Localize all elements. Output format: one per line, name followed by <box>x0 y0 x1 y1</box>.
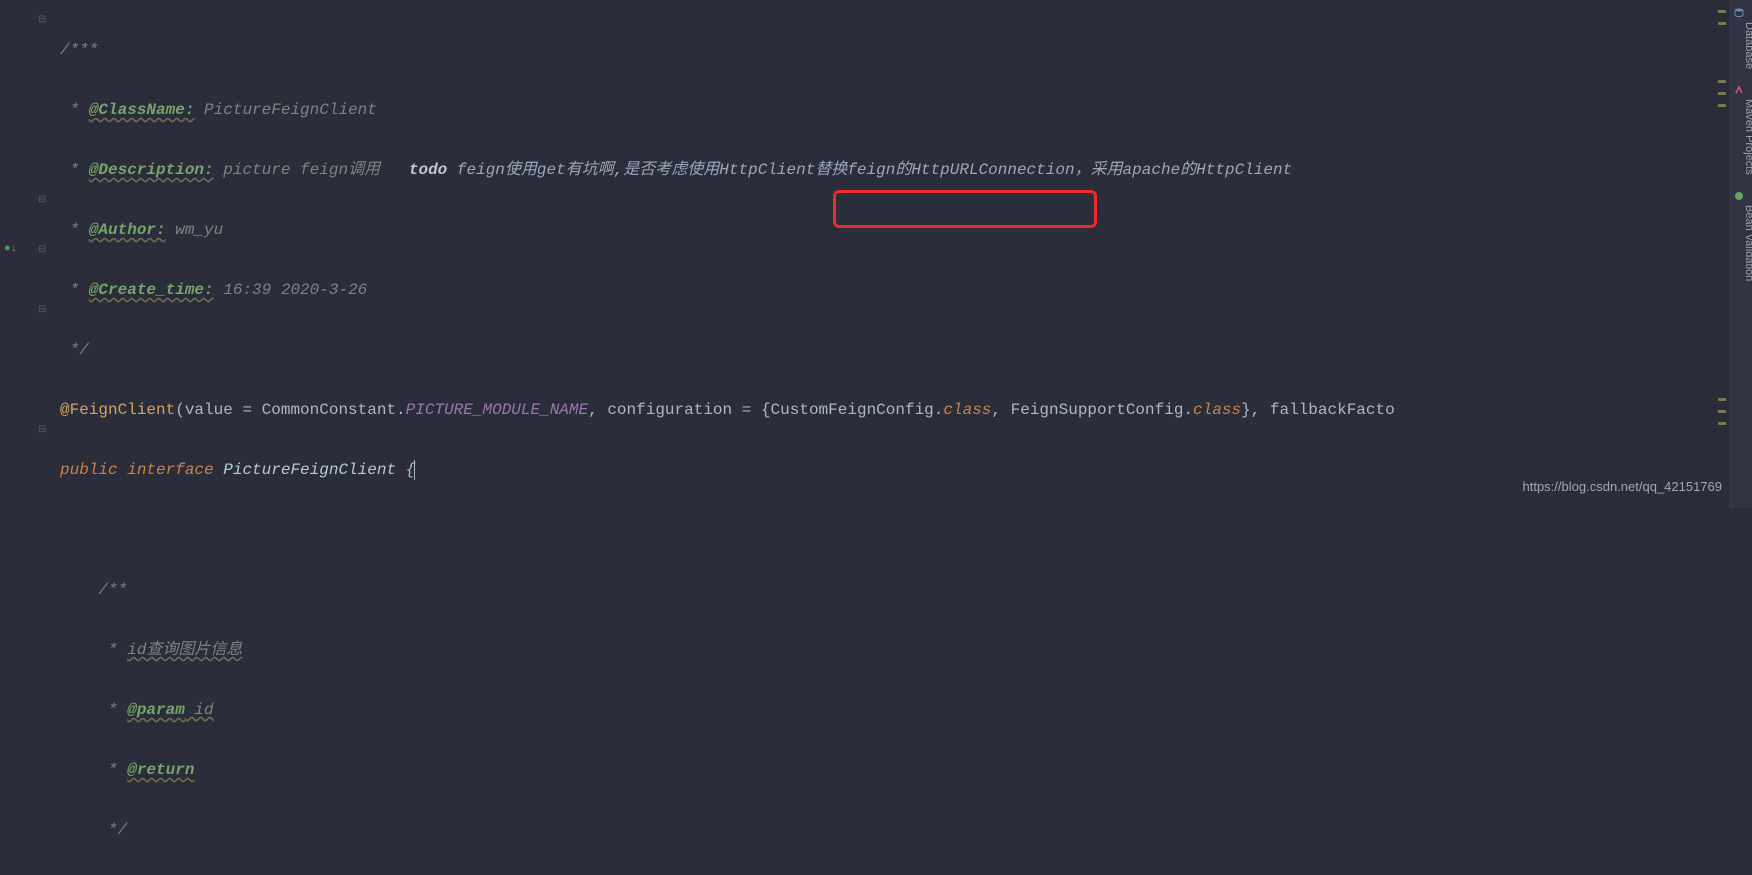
doc-tag-createtime: @Create_time: <box>89 281 214 299</box>
brace: { <box>761 401 771 419</box>
doc-star: * <box>60 161 89 179</box>
tab-label: Maven Projects <box>1734 99 1752 175</box>
annotation-feignclient: @FeignClient <box>60 401 175 419</box>
bean-icon <box>1744 191 1752 201</box>
doc-star: * <box>60 761 127 779</box>
doc-star: * <box>60 701 127 719</box>
todo-keyword: todo <box>409 161 457 179</box>
class-ref: CustomFeignConfig <box>771 401 934 419</box>
warning-mark[interactable] <box>1718 22 1726 25</box>
doc-val: wm_yu <box>166 221 224 239</box>
warning-mark[interactable] <box>1718 10 1726 13</box>
code-text: , configuration = <box>588 401 761 419</box>
fold-marker-icon[interactable]: ⊟ <box>38 296 46 326</box>
doc-param-name: id <box>185 701 214 719</box>
tab-label: Database <box>1734 22 1752 69</box>
tab-maven-projects[interactable]: Maven Projects <box>1731 77 1752 183</box>
doc-val: PictureFeignClient <box>194 101 376 119</box>
maven-icon <box>1744 85 1752 95</box>
watermark-text: https://blog.csdn.net/qq_42151769 <box>1523 472 1723 502</box>
warning-mark[interactable] <box>1718 104 1726 107</box>
fold-marker-icon[interactable]: ⊟ <box>38 416 46 446</box>
doc-text: id查询图片信息 <box>127 641 242 659</box>
warning-mark[interactable] <box>1718 410 1726 413</box>
keyword-class: class <box>943 401 991 419</box>
doc-tag-author: @Author: <box>89 221 166 239</box>
class-ref: , FeignSupportConfig <box>991 401 1183 419</box>
brace: } <box>1241 401 1251 419</box>
tab-label: Bean Validation <box>1734 205 1752 281</box>
fold-marker-icon[interactable]: ⊟ <box>38 6 46 36</box>
warning-mark[interactable] <box>1718 80 1726 83</box>
dot: . <box>1183 401 1193 419</box>
doc-star: * <box>60 101 89 119</box>
dot: . <box>934 401 944 419</box>
tab-bean-validation[interactable]: Bean Validation <box>1731 183 1752 289</box>
database-icon <box>1744 8 1752 18</box>
doc-star: * <box>60 281 89 299</box>
warning-mark[interactable] <box>1718 92 1726 95</box>
fold-marker-icon[interactable]: ⊟ <box>38 186 46 216</box>
tab-database[interactable]: Database <box>1731 0 1752 77</box>
doc-tag-return: @return <box>127 761 194 779</box>
doc-tag-param: @param <box>127 701 185 719</box>
doc-tag-classname: @ClassName: <box>89 101 195 119</box>
doc-star: * <box>60 221 89 239</box>
code-text: , fallbackFacto <box>1251 401 1395 419</box>
class-name: PictureFeignClient <box>223 461 405 479</box>
warning-mark[interactable] <box>1718 398 1726 401</box>
paren: ( <box>175 401 185 419</box>
fold-marker-icon[interactable]: ⊟ <box>38 236 46 266</box>
doc-val: picture feign调用 <box>214 161 409 179</box>
right-tool-tabs: Database Maven Projects Bean Validation <box>1730 0 1752 508</box>
comment-end: */ <box>60 341 89 359</box>
todo-text: feign使用get有坑啊,是否考虑使用HttpClient替换feign的Ht… <box>457 161 1292 179</box>
gutter-marker-icon[interactable]: ●↓ <box>4 234 17 264</box>
doc-end: */ <box>60 821 127 839</box>
constant: PICTURE_MODULE_NAME <box>406 401 588 419</box>
text-caret <box>414 460 415 480</box>
doc-val: 16:39 2020-3-26 <box>214 281 368 299</box>
editor-gutter: ⊟ ⊟ ⊟ ⊟ ⊟ ●↓ <box>0 0 50 508</box>
keyword-class: class <box>1193 401 1241 419</box>
warning-mark[interactable] <box>1718 422 1726 425</box>
comment-start: /*** <box>60 41 98 59</box>
doc-star: * <box>60 641 127 659</box>
code-text: value = CommonConstant <box>185 401 396 419</box>
blank-line <box>60 515 1395 545</box>
dot: . <box>396 401 406 419</box>
doc-tag-description: @Description: <box>89 161 214 179</box>
doc-start: /** <box>60 581 127 599</box>
keyword-public-interface: public interface <box>60 461 223 479</box>
editor-marks-stripe[interactable] <box>1718 0 1728 508</box>
code-editor[interactable]: /*** * @ClassName: PictureFeignClient * … <box>60 5 1395 875</box>
